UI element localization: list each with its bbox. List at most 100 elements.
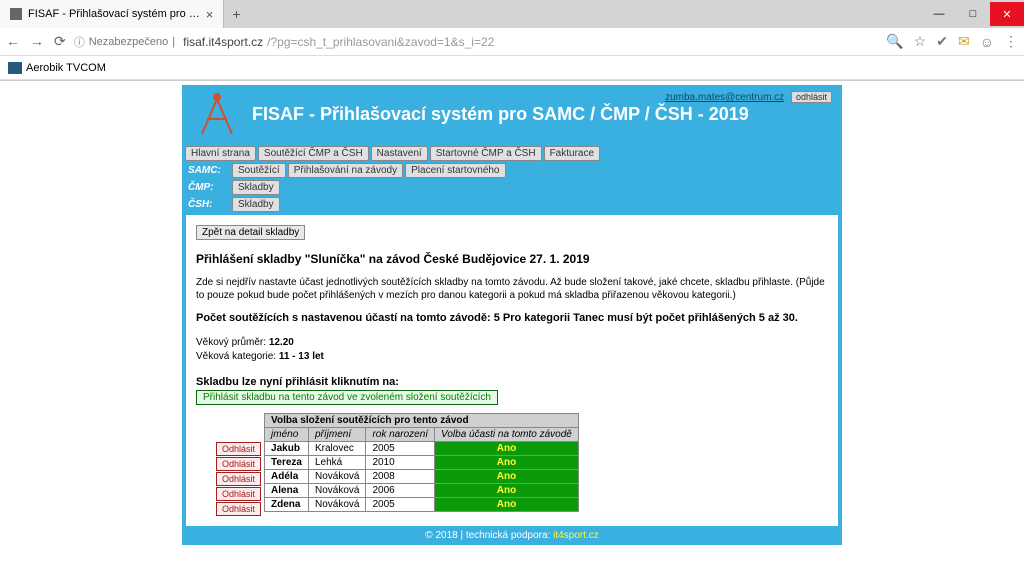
info-icon: ⓘ: [74, 34, 85, 50]
url-path: /?pg=csh_t_prihlasovani&zavod=1&s_i=22: [267, 35, 494, 49]
age-block: Věkový průměr: 12.20 Věková kategorie: 1…: [196, 336, 828, 364]
cell-firstname: Adéla: [265, 470, 309, 484]
toolbar: ← → ⟳ ⓘ Nezabezpečeno | fisaf.it4sport.c…: [0, 28, 1024, 56]
nav-row-samc: SAMC: Soutěžící Přihlašování na závody P…: [185, 162, 839, 179]
footer-link[interactable]: it4sport.cz: [553, 530, 599, 541]
star-icon[interactable]: ☆: [914, 33, 927, 50]
page-container: FISAF - Přihlašovací systém pro SAMC / Č…: [182, 85, 842, 545]
odhlasit-button[interactable]: Odhlásit: [216, 457, 261, 471]
search-ext-icon[interactable]: 🔍: [886, 33, 903, 50]
nav-samc-soutezici[interactable]: Soutěžící: [232, 163, 286, 178]
cell-participation[interactable]: Ano: [435, 484, 579, 498]
security-indicator[interactable]: ⓘ Nezabezpečeno |: [74, 34, 175, 50]
cell-participation[interactable]: Ano: [435, 498, 579, 512]
nav-strip: Hlavní strana Soutěžící ČMP a ČSH Nastav…: [182, 143, 842, 215]
window-controls: — □ ✕: [922, 2, 1024, 26]
nav-samc-prihlasovani[interactable]: Přihlašování na závody: [288, 163, 403, 178]
col-firstname: jméno: [265, 428, 309, 442]
nav-label-csh: ČSH:: [185, 199, 230, 210]
envelope-icon[interactable]: ✉: [958, 33, 970, 50]
nav-label-samc: SAMC:: [185, 165, 230, 176]
page-icon: [10, 8, 22, 20]
cell-firstname: Tereza: [265, 456, 309, 470]
nav-csh-skladby[interactable]: Skladby: [232, 197, 280, 212]
nav-startovne[interactable]: Startovné ČMP a ČSH: [430, 146, 542, 161]
bookmark-icon: [8, 62, 22, 74]
tab-bar: FISAF - Přihlašovací systém pro … × + — …: [0, 0, 1024, 28]
table-row: AdélaNováková2008Ano: [265, 470, 579, 484]
table-row: AlenaNováková2006Ano: [265, 484, 579, 498]
cell-participation[interactable]: Ano: [435, 456, 579, 470]
intro-paragraph: Zde si nejdřív nastavte účast jednotlivý…: [196, 276, 828, 302]
minimize-button[interactable]: —: [922, 2, 956, 26]
nav-hlavni-strana[interactable]: Hlavní strana: [185, 146, 256, 161]
url-domain: fisaf.it4sport.cz: [183, 35, 263, 49]
nav-row-cmp: ČMP: Skladby: [185, 179, 839, 196]
cell-lastname: Lehká: [308, 456, 365, 470]
competitors-table-wrap: OdhlásitOdhlásitOdhlásitOdhlásitOdhlásit…: [216, 413, 828, 516]
maximize-button[interactable]: □: [956, 2, 990, 26]
content-area: Zpět na detail skladby Přihlášení skladb…: [182, 215, 842, 526]
odhlasit-column: OdhlásitOdhlásitOdhlásitOdhlásitOdhlásit: [216, 442, 261, 516]
nav-label-cmp: ČMP:: [185, 182, 230, 193]
cell-lastname: Nováková: [308, 470, 365, 484]
menu-icon[interactable]: ⋮: [1004, 33, 1018, 50]
bookmark-bar: Aerobik TVCOM: [0, 56, 1024, 80]
new-tab-button[interactable]: +: [224, 2, 248, 26]
cell-year: 2008: [366, 470, 435, 484]
odhlasit-button[interactable]: Odhlásit: [216, 487, 261, 501]
nav-fakturace[interactable]: Fakturace: [544, 146, 600, 161]
cell-lastname: Kralovec: [308, 442, 365, 456]
cell-lastname: Nováková: [308, 484, 365, 498]
cell-lastname: Nováková: [308, 498, 365, 512]
nav-forward-icon[interactable]: →: [30, 33, 44, 50]
cell-firstname: Jakub: [265, 442, 309, 456]
cell-participation[interactable]: Ano: [435, 442, 579, 456]
cell-year: 2005: [366, 498, 435, 512]
nav-soutezici-cmp-csh[interactable]: Soutěžící ČMP a ČSH: [258, 146, 369, 161]
footer: © 2018 | technická podpora: it4sport.cz: [182, 526, 842, 545]
nav-samc-placeni[interactable]: Placení startovného: [405, 163, 505, 178]
back-detail-button[interactable]: Zpět na detail skladby: [196, 225, 305, 240]
table-row: TerezaLehká2010Ano: [265, 456, 579, 470]
table-row: JakubKralovec2005Ano: [265, 442, 579, 456]
nav-row-csh: ČSH: Skladby: [185, 196, 839, 213]
header-user-area: zumba.mates@centrum.cz odhlásit: [665, 91, 832, 103]
cell-firstname: Zdena: [265, 498, 309, 512]
page-title: FISAF - Přihlašovací systém pro SAMC / Č…: [252, 104, 749, 125]
browser-chrome: FISAF - Přihlašovací systém pro … × + — …: [0, 0, 1024, 81]
cell-year: 2005: [366, 442, 435, 456]
account-icon[interactable]: ☺: [980, 34, 994, 50]
competitors-table: Volba složení soutěžících pro tento závo…: [264, 413, 579, 512]
tab-title: FISAF - Přihlašovací systém pro …: [28, 8, 200, 20]
nav-back-icon[interactable]: ←: [6, 33, 20, 50]
browser-tab[interactable]: FISAF - Přihlašovací systém pro … ×: [0, 0, 224, 28]
nav-reload-icon[interactable]: ⟳: [54, 33, 66, 50]
address-bar[interactable]: fisaf.it4sport.cz /?pg=csh_t_prihlasovani…: [183, 35, 878, 49]
register-skladba-button[interactable]: Přihlásit skladbu na tento závod ve zvol…: [196, 390, 498, 405]
nav-nastaveni[interactable]: Nastavení: [371, 146, 428, 161]
nav-row-main: Hlavní strana Soutěžící ČMP a ČSH Nastav…: [185, 145, 839, 162]
check-icon[interactable]: ✔: [936, 33, 948, 50]
table-title: Volba složení soutěžících pro tento závo…: [265, 414, 579, 428]
nav-cmp-skladby[interactable]: Skladby: [232, 180, 280, 195]
fisaf-logo: [192, 89, 242, 139]
cell-year: 2010: [366, 456, 435, 470]
bookmark-item[interactable]: Aerobik TVCOM: [26, 62, 106, 74]
col-year: rok narození: [366, 428, 435, 442]
header-banner: FISAF - Přihlašovací systém pro SAMC / Č…: [182, 85, 842, 143]
odhlasit-button[interactable]: Odhlásit: [216, 502, 261, 516]
count-line: Počet soutěžících s nastavenou účastí na…: [196, 312, 828, 324]
col-lastname: příjmení: [308, 428, 365, 442]
close-button[interactable]: ✕: [990, 2, 1024, 26]
odhlasit-button[interactable]: Odhlásit: [216, 472, 261, 486]
col-participation: Volba účasti na tomto závodě: [435, 428, 579, 442]
page-heading: Přihlášení skladby "Sluníčka" na závod Č…: [196, 252, 828, 266]
user-email-link[interactable]: zumba.mates@centrum.cz: [665, 92, 784, 103]
odhlasit-button[interactable]: Odhlásit: [216, 442, 261, 456]
register-heading: Skladbu lze nyní přihlásit kliknutím na:: [196, 376, 828, 388]
cell-participation[interactable]: Ano: [435, 470, 579, 484]
logout-button[interactable]: odhlásit: [791, 91, 832, 103]
close-icon[interactable]: ×: [206, 7, 214, 22]
cell-year: 2006: [366, 484, 435, 498]
